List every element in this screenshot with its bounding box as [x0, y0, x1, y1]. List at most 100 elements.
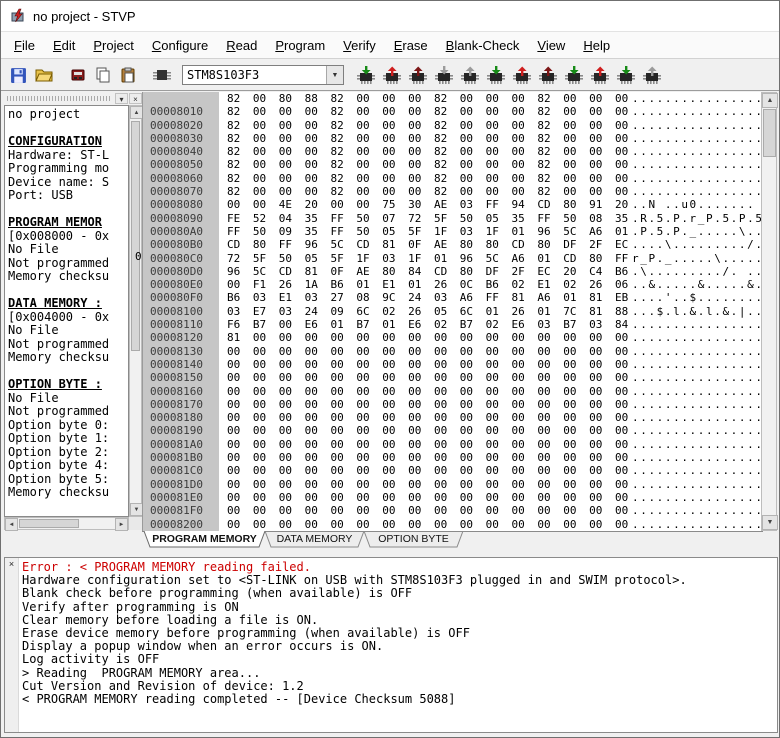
panel-close-button[interactable]: ×	[129, 93, 142, 104]
hex-row[interactable]: 00008050 82 00 00 00 82 00 00 00 82 00 00…	[143, 158, 763, 172]
hex-row[interactable]: 000081B0 00 00 00 00 00 00 00 00 00 00 00…	[143, 451, 763, 465]
hex-bytes[interactable]: 00 00 00 00 00 00 00 00 00 00 00 00 00 0…	[227, 345, 628, 358]
hex-bytes[interactable]: 00 00 00 00 00 00 00 00 00 00 00 00 00 0…	[227, 411, 628, 424]
open-file-button[interactable]	[31, 63, 56, 87]
panel-grip-handle[interactable]	[7, 96, 111, 101]
menu-item-program[interactable]: Program	[266, 34, 334, 57]
copy-button[interactable]	[90, 63, 115, 87]
hex-bytes[interactable]: FF 50 09 35 FF 50 05 5F 1F 03 1F 01 96 5…	[227, 225, 628, 238]
hex-bytes[interactable]: 00 F1 26 1A B6 01 E1 01 26 0C B6 02 E1 0…	[227, 278, 628, 291]
hex-bytes[interactable]: 00 00 00 00 00 00 00 00 00 00 00 00 00 0…	[227, 518, 628, 531]
chip-action-button-5-gray-up[interactable]	[458, 63, 482, 87]
menu-item-edit[interactable]: Edit	[44, 34, 84, 57]
hex-row[interactable]: 00008090 FE 52 04 35 FF 50 07 72 5F 50 05…	[143, 211, 763, 225]
hex-row[interactable]: 000081F0 00 00 00 00 00 00 00 00 00 00 00…	[143, 504, 763, 518]
hex-vertical-scrollbar[interactable]: ▲ ▼	[761, 92, 778, 531]
hex-bytes[interactable]: 00 00 00 00 00 00 00 00 00 00 00 00 00 0…	[227, 491, 628, 504]
chip-action-button-2-red-up[interactable]	[380, 63, 404, 87]
hex-bytes[interactable]: 00 00 00 00 00 00 00 00 00 00 00 00 00 0…	[227, 358, 628, 371]
device-combobox-value[interactable]: STM8S103F3	[183, 66, 326, 84]
chip-action-button-4-gray-down[interactable]	[432, 63, 456, 87]
hex-row[interactable]: 00008150 00 00 00 00 00 00 00 00 00 00 00…	[143, 371, 763, 385]
hex-row[interactable]: 00008160 00 00 00 00 00 00 00 00 00 00 00…	[143, 384, 763, 398]
hex-row[interactable]: 000081E0 00 00 00 00 00 00 00 00 00 00 00…	[143, 490, 763, 505]
hex-bytes[interactable]: F6 B7 00 E6 01 B7 01 E6 02 B7 02 E6 03 B…	[227, 318, 628, 331]
hex-bytes[interactable]: 00 00 00 00 00 00 00 00 00 00 00 00 00 0…	[227, 451, 628, 464]
hex-row[interactable]: 000080A0 FF 50 09 35 FF 50 05 5F 1F 03 1F…	[143, 224, 763, 239]
hex-row[interactable]: 00008110 F6 B7 00 E6 01 B7 01 E6 02 B7 02…	[143, 318, 763, 332]
hex-row[interactable]: 82 00 80 88 82 00 00 00 82 00 00 00 82 0…	[143, 92, 763, 106]
hex-row[interactable]: 00008020 82 00 00 00 82 00 00 00 82 00 00…	[143, 118, 763, 132]
chip-action-button-11-green-down[interactable]	[614, 63, 638, 87]
hex-bytes[interactable]: 00 00 00 00 00 00 00 00 00 00 00 00 00 0…	[227, 385, 628, 398]
hex-row[interactable]: 000080D0 96 5C CD 81 0F AE 80 84 CD 80 DF…	[143, 264, 763, 279]
hex-bytes[interactable]: 82 00 00 00 82 00 00 00 82 00 00 00 82 0…	[227, 119, 628, 132]
device-chip-icon[interactable]	[149, 63, 174, 87]
menu-item-verify[interactable]: Verify	[334, 34, 385, 57]
hex-row[interactable]: 000080E0 00 F1 26 1A B6 01 E1 01 26 0C B6…	[143, 278, 763, 292]
hex-row[interactable]: 000081A0 00 00 00 00 00 00 00 00 00 00 00…	[143, 437, 763, 452]
sidebar-horizontal-scrollbar[interactable]: ◄ ►	[4, 517, 129, 531]
menu-item-erase[interactable]: Erase	[385, 34, 437, 57]
menu-item-view[interactable]: View	[528, 34, 574, 57]
save-button[interactable]	[6, 63, 31, 87]
menu-item-project[interactable]: Project	[84, 34, 142, 57]
tab-data-memory[interactable]: DATA MEMORY	[265, 533, 364, 545]
device-programmer-button[interactable]	[65, 63, 90, 87]
device-combobox[interactable]: STM8S103F3 ▼	[182, 65, 344, 85]
hex-row[interactable]: 00008010 82 00 00 00 82 00 00 00 82 00 00…	[143, 105, 763, 119]
hex-row[interactable]: 000081D0 00 00 00 00 00 00 00 00 00 00 00…	[143, 477, 763, 491]
scroll-left-icon[interactable]: ◄	[5, 518, 18, 531]
menu-item-help[interactable]: Help	[574, 34, 619, 57]
hex-row[interactable]: 000080B0 CD 80 FF 96 5C CD 81 0F AE 80 80…	[143, 238, 763, 252]
hex-row[interactable]: 000080C0 72 5F 50 05 5F 1F 03 1F 01 96 5C…	[143, 251, 763, 265]
hex-bytes[interactable]: 00 00 4E 20 00 00 75 30 AE 03 FF 94 CD 8…	[227, 198, 628, 211]
chip-action-button-8-maroon-up[interactable]	[536, 63, 560, 87]
menu-item-blankcheck[interactable]: Blank-Check	[437, 34, 529, 57]
hex-bytes[interactable]: 82 00 80 88 82 00 00 00 82 00 00 00 82 0…	[227, 92, 628, 105]
tab-program-memory[interactable]: PROGRAM MEMORY	[144, 533, 265, 545]
log-close-button[interactable]: ×	[5, 558, 18, 570]
hex-bytes[interactable]: 82 00 00 00 82 00 00 00 82 00 00 00 82 0…	[227, 105, 628, 118]
hex-bytes[interactable]: CD 80 FF 96 5C CD 81 0F AE 80 80 CD 80 D…	[227, 238, 628, 251]
chip-action-button-1-green-down[interactable]	[354, 63, 378, 87]
menu-item-file[interactable]: File	[5, 34, 44, 57]
combobox-dropdown-icon[interactable]: ▼	[326, 66, 343, 84]
chip-action-button-3-maroon-up[interactable]	[406, 63, 430, 87]
hex-bytes[interactable]: 81 00 00 00 00 00 00 00 00 00 00 00 00 0…	[227, 331, 628, 344]
chip-action-button-7-red-up[interactable]	[510, 63, 534, 87]
hex-row[interactable]: 00008130 00 00 00 00 00 00 00 00 00 00 00…	[143, 344, 763, 358]
hex-bytes[interactable]: 96 5C CD 81 0F AE 80 84 CD 80 DF 2F EC 2…	[227, 265, 628, 278]
sidebar-vertical-scrollbar[interactable]: ▲ ▼	[129, 105, 143, 517]
hex-row[interactable]: 00008140 00 00 00 00 00 00 00 00 00 00 00…	[143, 357, 763, 372]
hex-row[interactable]: 00008040 82 00 00 00 82 00 00 00 82 00 00…	[143, 145, 763, 159]
scrollbar-thumb[interactable]	[131, 121, 140, 351]
chip-action-button-9-green-down[interactable]	[562, 63, 586, 87]
hex-row[interactable]: 00008190 00 00 00 00 00 00 00 00 00 00 00…	[143, 424, 763, 438]
chip-action-button-10-red-up[interactable]	[588, 63, 612, 87]
scroll-right-icon[interactable]: ►	[115, 518, 128, 531]
hex-row[interactable]: 00008080 00 00 4E 20 00 00 75 30 AE 03 FF…	[143, 198, 763, 212]
paste-button[interactable]	[115, 63, 140, 87]
menu-item-read[interactable]: Read	[217, 34, 266, 57]
scrollbar-thumb[interactable]	[763, 109, 776, 157]
hex-bytes[interactable]: FE 52 04 35 FF 50 07 72 5F 50 05 35 FF 5…	[227, 212, 628, 225]
hex-bytes[interactable]: 82 00 00 00 82 00 00 00 82 00 00 00 82 0…	[227, 185, 628, 198]
panel-pin-button[interactable]: ▾	[115, 93, 128, 104]
hex-bytes[interactable]: 00 00 00 00 00 00 00 00 00 00 00 00 00 0…	[227, 371, 628, 384]
chip-action-button-12-gray-up[interactable]	[640, 63, 664, 87]
hex-row[interactable]: 00008060 82 00 00 00 82 00 00 00 82 00 00…	[143, 171, 763, 186]
scroll-down-icon[interactable]: ▼	[762, 515, 778, 530]
hex-bytes[interactable]: 00 00 00 00 00 00 00 00 00 00 00 00 00 0…	[227, 398, 628, 411]
hex-bytes[interactable]: B6 03 E1 03 27 08 9C 24 03 A6 FF 81 A6 0…	[227, 291, 628, 304]
hex-row[interactable]: 00008200 00 00 00 00 00 00 00 00 00 00 00…	[143, 517, 763, 531]
hex-bytes[interactable]: 00 00 00 00 00 00 00 00 00 00 00 00 00 0…	[227, 424, 628, 437]
hex-row[interactable]: 00008170 00 00 00 00 00 00 00 00 00 00 00…	[143, 397, 763, 412]
scroll-up-icon[interactable]: ▲	[762, 93, 778, 108]
hex-row[interactable]: 00008070 82 00 00 00 82 00 00 00 82 00 00…	[143, 185, 763, 199]
scrollbar-thumb[interactable]	[19, 519, 79, 528]
hex-bytes[interactable]: 00 00 00 00 00 00 00 00 00 00 00 00 00 0…	[227, 478, 628, 491]
hex-bytes[interactable]: 00 00 00 00 00 00 00 00 00 00 00 00 00 0…	[227, 464, 628, 477]
tab-option-byte[interactable]: OPTION BYTE	[364, 533, 463, 545]
hex-bytes[interactable]: 82 00 00 00 82 00 00 00 82 00 00 00 82 0…	[227, 132, 628, 145]
